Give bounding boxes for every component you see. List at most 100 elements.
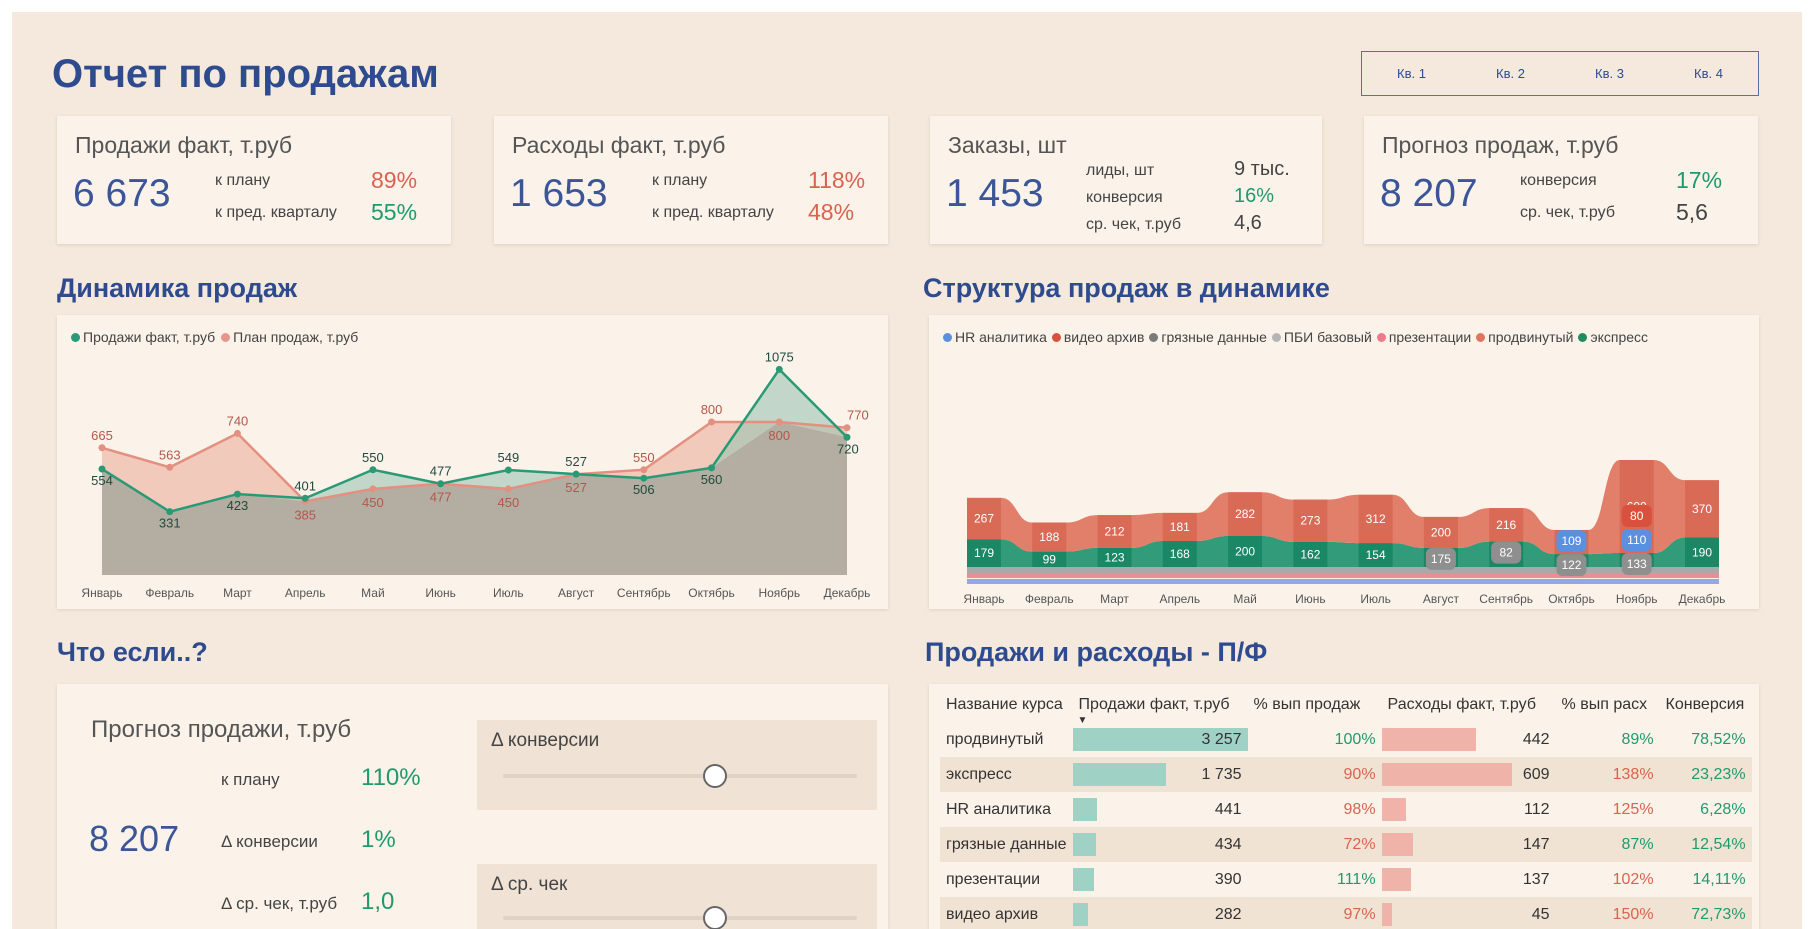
- fact-data-label: 331: [159, 516, 181, 531]
- cell-conversion: 6,28%: [1700, 800, 1746, 818]
- cell-conversion: 12,54%: [1659, 827, 1752, 862]
- fact-point: [572, 470, 580, 478]
- cell-sales-pct: 97%: [1247, 897, 1382, 929]
- cell-name: продвинутый: [946, 730, 1044, 748]
- kpi-conv-label: конверсия: [1520, 172, 1597, 189]
- section-title-table: Продажи и расходы - П/Ф: [925, 637, 1268, 667]
- plan-point: [640, 466, 648, 474]
- other-data-label: 82: [1500, 546, 1514, 560]
- cell-conversion: 78,52%: [1691, 730, 1746, 748]
- other-data-label: 122: [1561, 558, 1581, 572]
- kpi-card-forecast[interactable]: Прогноз продаж, т.руб 8 207 конверсия 17…: [1364, 116, 1758, 244]
- kpi-plan-label: к плану: [652, 172, 708, 189]
- col-header-sales-pct[interactable]: % вып продаж: [1248, 688, 1382, 722]
- quarter-slicer[interactable]: Кв. 1 Кв. 2 Кв. 3 Кв. 4: [1361, 51, 1759, 96]
- band-presentations: [967, 573, 1719, 578]
- other-data-label: 80: [1630, 509, 1644, 523]
- x-tick-label: Июль: [1360, 592, 1391, 606]
- conversion-slider-track[interactable]: [503, 774, 857, 778]
- cell-exp-pct: 125%: [1612, 800, 1654, 818]
- conversion-slider-box: Δ конверсии: [477, 720, 877, 810]
- cell-sales-pct: 98%: [1343, 800, 1376, 818]
- express-data-label: 154: [1366, 548, 1386, 562]
- fact-data-label: 527: [565, 454, 587, 469]
- sales-dynamics-chart[interactable]: Продажи факт, т.руб План продаж, т.руб 6…: [57, 315, 888, 609]
- plan-data-label: 800: [768, 428, 790, 443]
- check-slider-thumb[interactable]: [703, 906, 728, 929]
- table-row[interactable]: грязные данные 434 72% 147 87% 12,54%: [940, 827, 1752, 862]
- table-row[interactable]: продвинутый 3 257 100% 442 89% 78,52%: [940, 722, 1752, 757]
- advanced-data-label: 267: [974, 512, 994, 526]
- table-row[interactable]: экспресс 1 735 90% 609 138% 23,23%: [940, 757, 1752, 792]
- quarter-3-button[interactable]: Кв. 3: [1595, 66, 1624, 81]
- plan-data-label: 527: [565, 480, 587, 495]
- advanced-data-label: 282: [1235, 507, 1255, 521]
- page-title: Отчет по продажам: [52, 52, 439, 96]
- x-tick-label: Май: [361, 586, 385, 600]
- whatif-title: Прогноз продажи, т.руб: [91, 716, 352, 743]
- sales-expenses-table[interactable]: Название курса Продажи факт, т.руб ▼ % вы…: [940, 688, 1752, 929]
- cell-sales-pct: 90%: [1247, 757, 1382, 792]
- table-row[interactable]: презентации 390 111% 137 102% 14,11%: [940, 862, 1752, 897]
- quarter-4-button[interactable]: Кв. 4: [1694, 66, 1723, 81]
- x-tick-label: Февраль: [145, 586, 194, 600]
- cell-sales-pct: 100%: [1334, 730, 1376, 748]
- whatif-plan-value: 110%: [361, 764, 421, 791]
- slider-label: Δ ср. чек: [491, 874, 568, 895]
- x-tick-label: Август: [558, 586, 595, 600]
- kpi-card-sales[interactable]: Продажи факт, т.руб 6 673 к плану 89% к …: [57, 116, 451, 244]
- fact-data-label: 477: [430, 464, 452, 479]
- x-tick-label: Июнь: [425, 586, 456, 600]
- kpi-check-label: ср. чек, т.руб: [1086, 216, 1181, 233]
- col-header-name[interactable]: Название курса: [940, 688, 1073, 722]
- band-hr-analytics: [967, 579, 1719, 584]
- kpi-card-orders[interactable]: Заказы, шт 1 453 лиды, шт 9 тыс. конверс…: [930, 116, 1322, 244]
- plan-data-label: 550: [633, 450, 655, 465]
- table-row[interactable]: видео архив 282 97% 45 150% 72,73%: [940, 897, 1752, 929]
- fact-data-label: 554: [91, 473, 113, 488]
- table-row[interactable]: HR аналитика 441 98% 112 125% 6,28%: [940, 792, 1752, 827]
- conversion-slider-thumb[interactable]: [703, 764, 728, 788]
- x-tick-label: Сентябрь: [617, 586, 671, 600]
- fact-data-label: 401: [294, 478, 316, 493]
- kpi-check-label: ср. чек, т.руб: [1520, 204, 1615, 221]
- fact-point: [708, 464, 716, 472]
- sales-structure-chart[interactable]: HR аналитика видео архив грязные данные ПБИ…: [929, 315, 1759, 609]
- whatif-check-value: 1,0: [361, 888, 395, 915]
- cell-sales: 282: [1072, 897, 1248, 929]
- cell-expenses: 147: [1381, 827, 1556, 862]
- col-header-conversion[interactable]: Конверсия: [1660, 688, 1752, 722]
- col-header-sales[interactable]: Продажи факт, т.руб ▼: [1073, 688, 1248, 726]
- fact-data-label: 550: [362, 450, 384, 465]
- x-tick-label: Декабрь: [1679, 592, 1726, 606]
- other-data-label: 110: [1627, 533, 1646, 547]
- kpi-prev-value: 48%: [808, 199, 855, 225]
- check-slider-track[interactable]: [503, 916, 857, 920]
- cell-conversion: 23,23%: [1659, 757, 1752, 792]
- kpi-card-expenses[interactable]: Расходы факт, т.руб 1 653 к плану 118% к…: [494, 116, 888, 244]
- plan-data-label: 450: [498, 495, 520, 510]
- kpi-prev-value: 55%: [371, 199, 418, 225]
- col-header-exp-pct[interactable]: % вып расх: [1556, 688, 1660, 722]
- express-data-label: 179: [974, 546, 994, 560]
- plan-data-label: 385: [294, 507, 316, 522]
- plan-point: [233, 429, 241, 437]
- col-header-expenses[interactable]: Расходы факт, т.руб: [1382, 688, 1556, 722]
- line-chart-svg: 665 563 740 385 450 477 450 527 550 800 800 770 554 3…: [81, 349, 870, 600]
- advanced-data-label: 273: [1300, 514, 1320, 528]
- quarter-2-button[interactable]: Кв. 2: [1496, 66, 1525, 81]
- advanced-data-label: 312: [1366, 512, 1386, 526]
- x-tick-label: Март: [1100, 592, 1129, 606]
- band-pbi: [967, 567, 1719, 573]
- quarter-1-button[interactable]: Кв. 1: [1397, 66, 1426, 81]
- kpi-title: Заказы, шт: [948, 132, 1067, 158]
- cell-exp-pct: 87%: [1555, 827, 1660, 862]
- structure-chart-svg: 179 267 Январь 99 188 Февраль 123 212 Март 168 181…: [963, 460, 1726, 606]
- kpi-title: Расходы факт, т.руб: [512, 132, 726, 158]
- cell-exp-pct: 89%: [1621, 730, 1654, 748]
- plan-point: [775, 418, 783, 426]
- fact-point: [437, 480, 445, 488]
- whatif-panel: Прогноз продажи, т.руб 8 207 к плану 110…: [57, 684, 888, 929]
- kpi-prev-label: к пред. кварталу: [215, 204, 337, 221]
- advanced-data-label: 370: [1692, 502, 1712, 516]
